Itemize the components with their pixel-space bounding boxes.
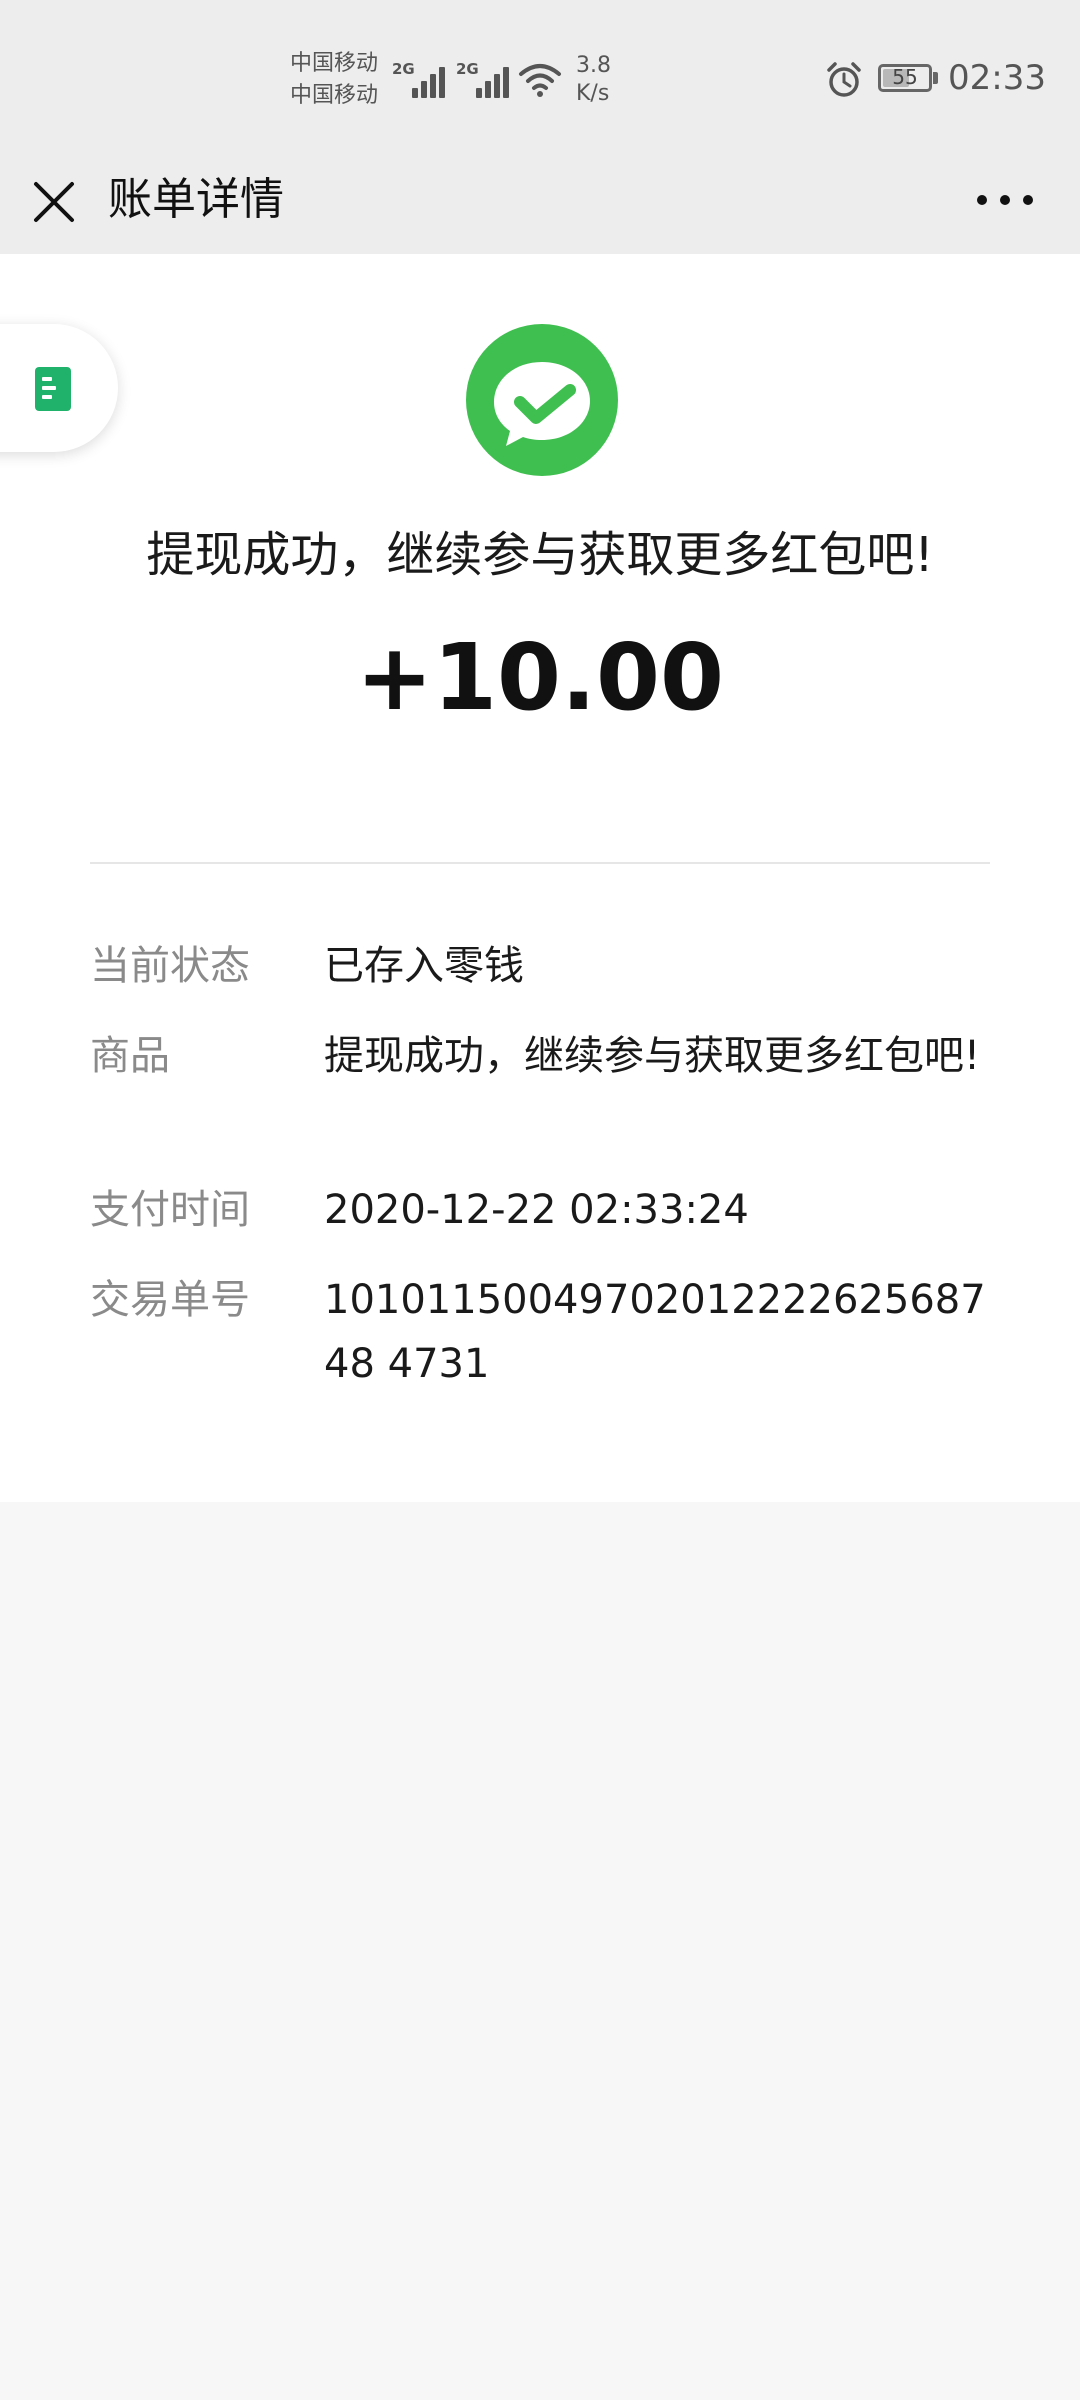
detail-value: 1010115004970201222262568748 4731 [324,1277,986,1387]
headline-text: 提现成功，继续参与获取更多红包吧! [146,527,934,583]
sim1-signal-icon: 2G [392,60,452,100]
bill-detail-card: 提现成功，继续参与获取更多红包吧! +10.00 当前状态 已存入零钱 商品 提… [0,254,1080,1502]
carrier-1: 中国移动 [290,51,379,76]
more-icon[interactable] [970,178,1040,222]
nav-bar: 账单详情 [0,150,1080,254]
detail-value: 已存入零钱 [324,943,524,989]
close-icon[interactable] [28,170,80,230]
network-speed: 3.8 K/s [576,52,611,108]
detail-value: 提现成功，继续参与获取更多红包吧! [324,1033,981,1079]
sim2-signal-icon: 2G [456,60,516,100]
floating-bill-tab[interactable] [0,324,118,452]
detail-label: 商品 [90,1033,170,1079]
bill-document-icon [35,367,71,411]
status-time: 02:33 [948,58,1046,98]
amount-text: +10.00 [355,624,725,731]
detail-value: 2020-12-22 02:33:24 [324,1187,749,1233]
status-bar: 中国移动 中国移动 2G 2G 3.8 K/s 55 02:33 [0,0,1080,150]
battery-level: 55 [892,65,918,89]
battery-icon: 55 [878,64,932,92]
battery-nub [933,72,938,84]
wifi-icon [519,64,561,97]
alarm-icon [827,62,861,97]
divider [90,862,990,864]
network-speed-value: 3.8 [576,53,611,78]
carrier-2: 中国移动 [290,83,379,108]
network-speed-unit: K/s [576,81,610,106]
page-title: 账单详情 [108,174,284,225]
carrier-labels: 中国移动 中国移动 [290,48,378,112]
wechat-pay-logo-icon [466,324,618,476]
detail-label: 支付时间 [90,1187,250,1233]
detail-label: 交易单号 [90,1277,250,1323]
detail-label: 当前状态 [90,943,250,989]
